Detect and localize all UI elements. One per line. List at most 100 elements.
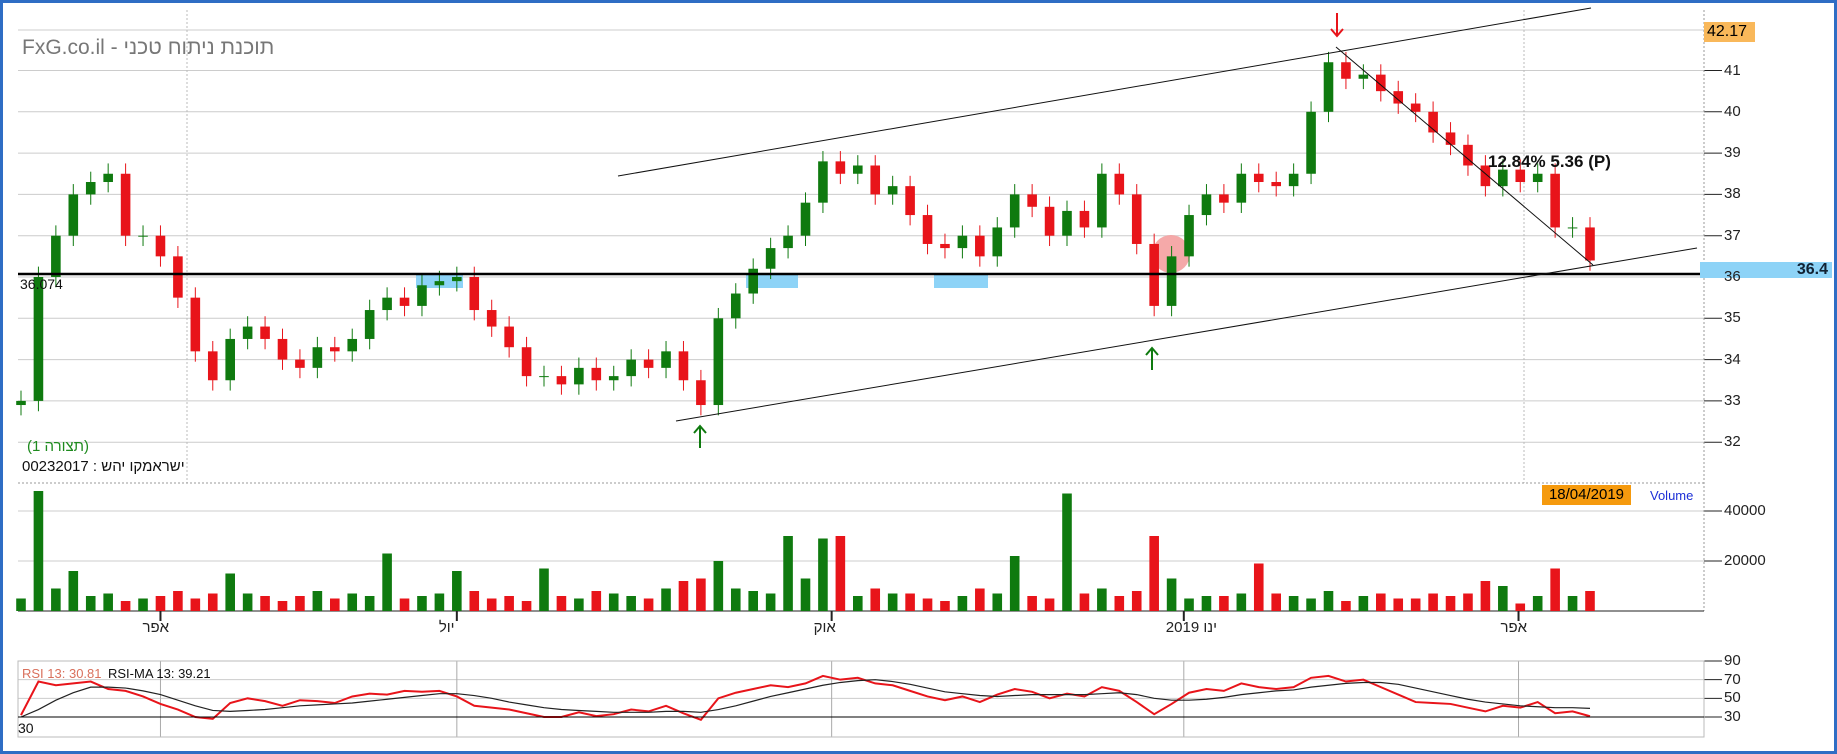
candle	[103, 173, 113, 183]
volume-bar	[486, 598, 497, 611]
candle	[1306, 111, 1316, 174]
candle	[155, 235, 166, 257]
candle	[382, 297, 392, 311]
volume-bar	[434, 593, 445, 611]
candle	[1114, 173, 1125, 195]
candle	[521, 347, 532, 377]
volume-bar	[1376, 593, 1386, 611]
volume-bar	[783, 536, 793, 611]
volume-bar	[138, 598, 148, 611]
down-arrow-icon	[1330, 13, 1344, 38]
candle	[992, 227, 1003, 257]
candle	[574, 367, 584, 385]
volume-bar	[1393, 598, 1404, 611]
candle	[1166, 256, 1177, 306]
volume-bar	[626, 596, 636, 611]
candle	[1253, 173, 1264, 183]
candle	[68, 194, 79, 236]
time-tick-label: אוק	[813, 619, 836, 636]
volume-bar	[417, 596, 427, 611]
volume-bar	[922, 598, 933, 611]
volume-bar	[1341, 601, 1351, 611]
volume-bar	[940, 601, 950, 611]
candle	[957, 235, 968, 249]
volume-bar	[975, 588, 985, 611]
candle	[434, 281, 445, 286]
rsi-tick-label: 70	[1724, 670, 1741, 688]
candle	[1201, 194, 1212, 216]
volume-bar	[1567, 596, 1578, 611]
up-arrow-icon	[1145, 346, 1159, 370]
volume-bar	[765, 593, 776, 611]
volume-bar	[1271, 593, 1281, 611]
volume-bar	[364, 596, 375, 611]
volume-bar	[748, 591, 758, 611]
price-tick-label: 41	[1724, 61, 1741, 79]
candle	[207, 351, 218, 381]
rsi-tick-label: 90	[1724, 652, 1741, 669]
candle	[1009, 194, 1020, 228]
candle	[1550, 173, 1560, 228]
volume-bar	[260, 596, 270, 611]
volume-bar	[1515, 603, 1526, 611]
candle	[347, 338, 358, 352]
security-identifier: 00232017 : ישראמקו יהש	[22, 458, 185, 475]
volume-bar	[1097, 588, 1107, 611]
volume-bar	[1323, 591, 1334, 611]
price-tick-label: 36	[1724, 268, 1741, 285]
volume-bar	[207, 593, 218, 611]
candle	[696, 380, 706, 406]
rsi-ma-legend: RSI-MA 13: 39.21	[108, 666, 211, 681]
price-tick-label: 35	[1724, 309, 1741, 327]
price-tick-label: 32	[1724, 433, 1741, 451]
volume-bar	[330, 598, 340, 611]
candle	[1445, 132, 1456, 145]
volume-bar	[556, 596, 567, 611]
volume-tick-label: 40000	[1724, 502, 1766, 519]
up-arrow-icon	[693, 424, 707, 448]
candle	[16, 400, 26, 406]
chart-canvas[interactable]	[0, 0, 1837, 754]
volume-bar	[521, 601, 532, 611]
volume-bar	[295, 596, 305, 611]
candle	[643, 359, 654, 368]
time-tick-label: יול	[438, 619, 455, 636]
candle	[661, 351, 671, 368]
volume-bar	[818, 538, 828, 611]
candle	[730, 293, 741, 319]
candle	[800, 202, 811, 236]
candle	[1062, 210, 1072, 236]
rsi-tick-label: 50	[1724, 689, 1741, 707]
volume-tick-label: 20000	[1724, 552, 1766, 569]
support-level-label: 36.074	[20, 276, 63, 292]
candle	[1323, 62, 1334, 112]
volume-bar	[1062, 493, 1072, 611]
volume-label: Volume	[1650, 488, 1694, 503]
volume-bar	[1306, 598, 1316, 611]
volume-bar	[643, 598, 654, 611]
candle	[312, 347, 323, 368]
candle	[1027, 194, 1037, 207]
candle	[1044, 206, 1055, 236]
candle	[1219, 194, 1229, 203]
candle	[120, 173, 131, 236]
price-tick-label: 39	[1724, 144, 1741, 162]
volume-bars	[16, 491, 1595, 611]
last-price-badge: 42.17	[1704, 22, 1755, 42]
time-tick-label: אפר	[1500, 619, 1528, 636]
volume-bar	[696, 578, 706, 611]
pattern-label: (תצורה 1)	[27, 438, 90, 455]
price-tick-label: 37	[1724, 226, 1741, 244]
candle	[975, 235, 985, 257]
volume-bar	[1585, 591, 1595, 611]
volume-bar	[225, 573, 235, 611]
volume-bar	[1219, 596, 1229, 611]
volume-bar	[591, 591, 602, 611]
candle	[173, 256, 183, 298]
volume-bar	[678, 581, 689, 611]
volume-bar	[1236, 593, 1247, 611]
candle	[1131, 194, 1142, 244]
measure-annotation: 12.84% 5.36 (P)	[1488, 152, 1611, 171]
volume-bar	[835, 536, 846, 611]
volume-bar	[504, 596, 514, 611]
